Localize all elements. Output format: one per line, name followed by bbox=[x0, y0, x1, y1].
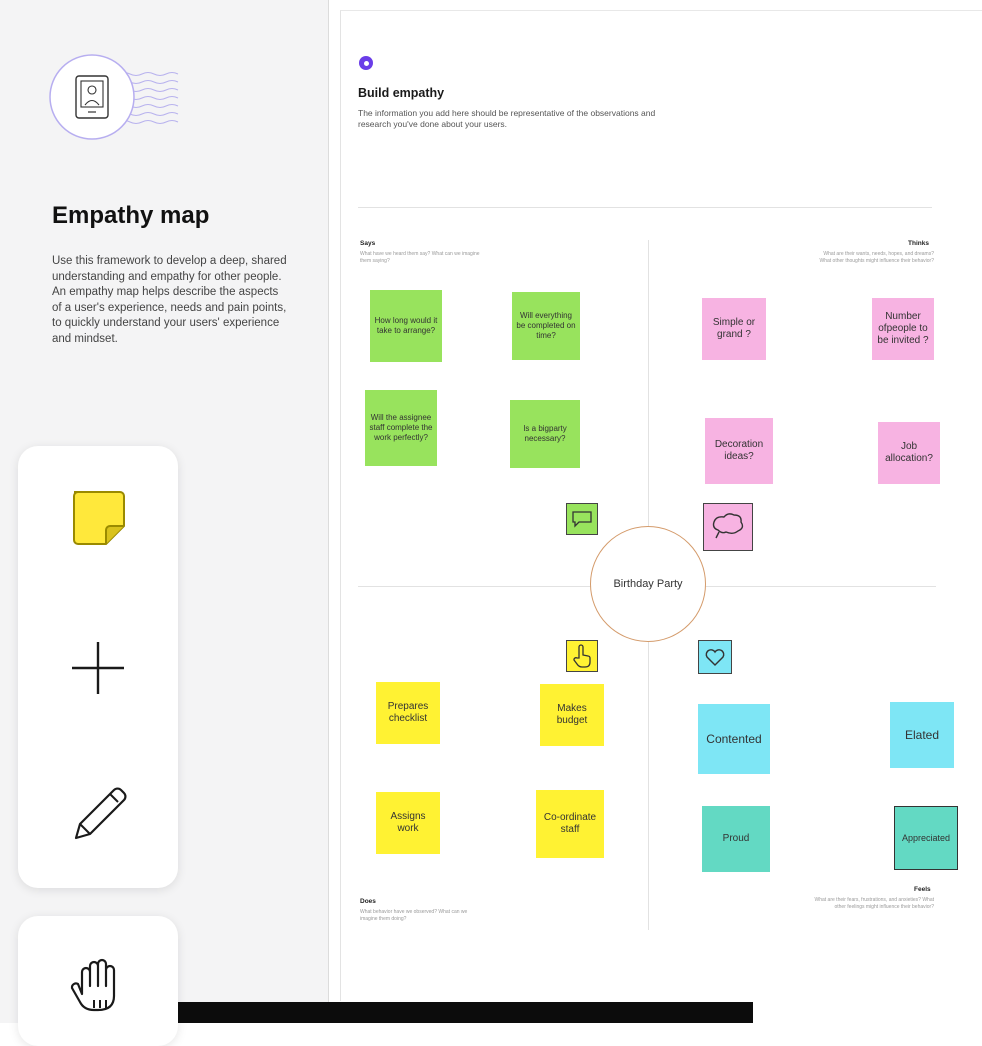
hand-toolbar bbox=[18, 916, 178, 1046]
profile-card-icon bbox=[49, 54, 179, 140]
page-title: Empathy map bbox=[52, 202, 210, 229]
pointer-hand-icon bbox=[566, 640, 598, 672]
does-note[interactable]: Prepares checklist bbox=[376, 682, 440, 744]
feels-note[interactable]: Appreciated bbox=[894, 806, 958, 870]
does-hint: What behavior have we observed? What can… bbox=[360, 909, 468, 922]
does-note[interactable]: Makes budget bbox=[540, 684, 604, 746]
header-divider bbox=[358, 207, 932, 208]
sticky-note-icon bbox=[73, 491, 125, 545]
heart-icon bbox=[698, 640, 732, 674]
step-indicator[interactable] bbox=[359, 56, 373, 70]
feels-hint: What are their fears, frustrations, and … bbox=[814, 897, 935, 910]
does-note[interactable]: Co-ordinate staff bbox=[536, 790, 604, 858]
thinks-label: Thinks bbox=[908, 240, 929, 247]
sticky-note-tool[interactable] bbox=[62, 482, 134, 554]
thinks-note[interactable]: Number ofpeople to be invited ? bbox=[872, 298, 934, 360]
does-note[interactable]: Assigns work bbox=[376, 792, 440, 854]
bottom-bar bbox=[178, 1002, 753, 1023]
says-note[interactable]: How long would it take to arrange? bbox=[370, 290, 442, 362]
says-note[interactable]: Will everything be completed on time? bbox=[512, 292, 580, 360]
speech-bubble-icon bbox=[566, 503, 598, 535]
pencil-icon bbox=[74, 787, 127, 840]
thinks-note[interactable]: Decoration ideas? bbox=[705, 418, 773, 484]
hand-tool[interactable] bbox=[66, 954, 130, 1018]
thinks-note[interactable]: Simple or grand ? bbox=[702, 298, 766, 360]
add-tool[interactable] bbox=[68, 638, 128, 698]
says-note[interactable]: Is a bigparty necessary? bbox=[510, 400, 580, 468]
thinks-hint: What are their wants, needs, hopes, and … bbox=[819, 251, 934, 264]
canvas-description: The information you add here should be r… bbox=[358, 108, 656, 129]
feels-label: Feels bbox=[914, 886, 931, 893]
feels-note[interactable]: Elated bbox=[890, 702, 954, 768]
feels-note[interactable]: Contented bbox=[698, 704, 770, 774]
feels-note[interactable]: Proud bbox=[702, 806, 770, 872]
says-note[interactable]: Will the assignee staff complete the wor… bbox=[365, 390, 437, 466]
thought-bubble-icon bbox=[703, 503, 753, 551]
pen-tool[interactable] bbox=[68, 780, 132, 844]
center-topic[interactable]: Birthday Party bbox=[590, 526, 706, 642]
canvas-title: Build empathy bbox=[358, 86, 445, 100]
does-label: Does bbox=[360, 898, 376, 905]
hand-icon bbox=[70, 958, 116, 1012]
page-description: Use this framework to develop a deep, sh… bbox=[52, 255, 287, 345]
toolbar bbox=[18, 446, 178, 888]
says-hint: What have we heard them say? What can we… bbox=[360, 251, 480, 264]
thinks-note[interactable]: Job allocation? bbox=[878, 422, 940, 484]
says-label: Says bbox=[360, 240, 376, 247]
plus-icon bbox=[72, 642, 124, 694]
